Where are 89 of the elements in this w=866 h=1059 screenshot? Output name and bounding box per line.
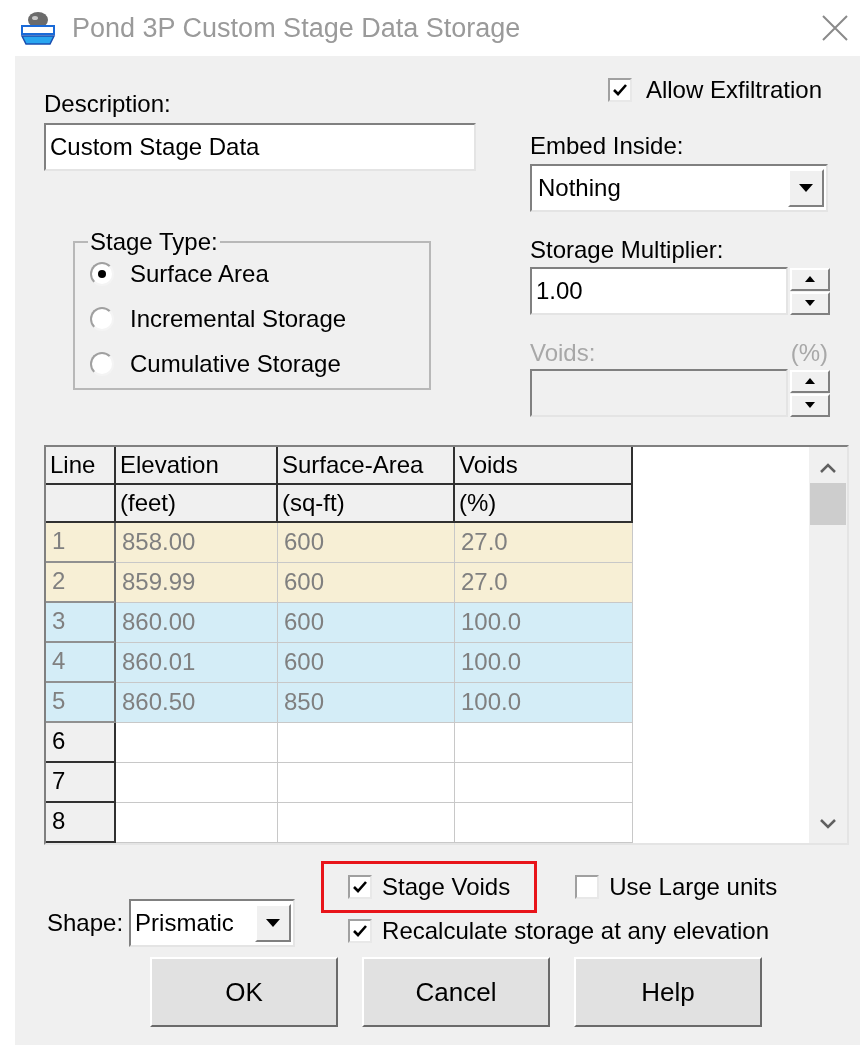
row-header[interactable]: 1 [46,523,116,563]
table-cell[interactable]: 600 [278,603,455,643]
spin-up-button[interactable] [790,267,830,291]
table-cell[interactable] [116,723,278,763]
radio-button[interactable] [90,351,114,376]
table-cell[interactable] [455,763,633,803]
radio-label: Cumulative Storage [130,348,341,379]
checkbox[interactable] [348,875,373,899]
dialog-button[interactable]: Help [574,957,762,1027]
embed-inside-dropdown[interactable]: Nothing [530,164,828,212]
table-cell[interactable] [278,803,455,843]
window-title: Pond 3P Custom Stage Data Storage [72,11,521,45]
row-header[interactable]: 6 [46,723,116,763]
storage-multiplier-field[interactable]: 1.00 [530,267,788,315]
up-arrow-icon [805,378,815,384]
checkbox[interactable] [607,78,632,102]
down-arrow-icon [805,402,815,408]
table-cell[interactable]: 858.00 [116,523,278,563]
storage-multiplier-label: Storage Multiplier: [530,235,725,264]
description-label: Description: [44,89,172,118]
table-cell[interactable]: 850 [278,683,455,723]
table-cell[interactable]: 860.00 [116,603,278,643]
radio-button[interactable] [90,306,114,331]
table-cell[interactable]: 859.99 [116,563,278,603]
scroll-up-icon[interactable] [820,463,836,473]
checkbox[interactable] [575,875,600,899]
spin-up-button[interactable] [790,369,830,393]
description-field[interactable]: Custom Stage Data [44,123,476,171]
radio-label: Surface Area [130,258,269,289]
checkbox-label: Allow Exfiltration [645,75,822,105]
checkbox-label: Recalculate storage at any elevation [382,916,769,946]
table-cell[interactable] [278,763,455,803]
checkbox[interactable] [348,919,373,943]
row-header[interactable]: 7 [46,763,116,803]
table-cell[interactable]: 860.50 [116,683,278,723]
scroll-thumb[interactable] [810,483,846,525]
row-header[interactable]: 3 [46,603,116,643]
table-cell[interactable] [455,723,633,763]
table-cell[interactable]: 100.0 [455,683,633,723]
table-cell[interactable]: 27.0 [455,563,633,603]
unit-header: (%) [455,485,633,523]
table-cell[interactable] [116,763,278,803]
table-cell[interactable]: 27.0 [455,523,633,563]
row-header[interactable]: 2 [46,563,116,603]
voids-label: Voids: [530,338,596,365]
dropdown-button[interactable] [255,904,292,942]
column-header: Voids [455,447,633,485]
group-title: Stage Type: [89,227,219,257]
dialog-button[interactable]: OK [150,957,338,1027]
up-arrow-icon [805,276,815,282]
column-header: Elevation [116,447,278,485]
table-cell[interactable]: 600 [278,563,455,603]
spin-down-button[interactable] [790,291,830,315]
unit-label: (%) [790,338,828,365]
dialog-button[interactable]: Cancel [362,957,550,1027]
scroll-down-icon[interactable] [820,819,836,829]
shape-label: Shape: [47,908,124,938]
unit-header: (feet) [116,485,278,523]
check-icon [352,923,369,939]
close-icon[interactable] [822,15,848,41]
table-cell[interactable]: 100.0 [455,643,633,683]
down-arrow-icon [805,300,815,306]
table-cell[interactable] [455,803,633,843]
embed-inside-label: Embed Inside: [530,131,685,160]
column-header [46,485,116,523]
scrollbar[interactable] [809,447,847,843]
check-icon [352,879,369,895]
caret-icon [799,184,813,192]
dropdown-button[interactable] [788,169,824,207]
checkbox-label: Use Large units [609,872,778,902]
radio-button[interactable] [90,261,114,286]
spin-down-button[interactable] [790,393,830,417]
row-header[interactable]: 4 [46,643,116,683]
unit-header: (sq-ft) [278,485,455,523]
column-header: Surface-Area [278,447,455,485]
shape-dropdown[interactable]: Prismatic [129,899,296,947]
caret-icon [266,919,281,927]
row-header[interactable]: 5 [46,683,116,723]
table-cell[interactable] [116,803,278,843]
column-header: Line [46,447,116,485]
check-icon [611,82,628,98]
table-cell[interactable]: 860.01 [116,643,278,683]
checkbox-label: Stage Voids [382,872,511,902]
table-cell[interactable] [278,723,455,763]
table-cell[interactable]: 600 [278,643,455,683]
table-cell[interactable]: 600 [278,523,455,563]
radio-label: Incremental Storage [130,303,347,334]
table-cell[interactable]: 100.0 [455,603,633,643]
row-header[interactable]: 8 [46,803,116,843]
